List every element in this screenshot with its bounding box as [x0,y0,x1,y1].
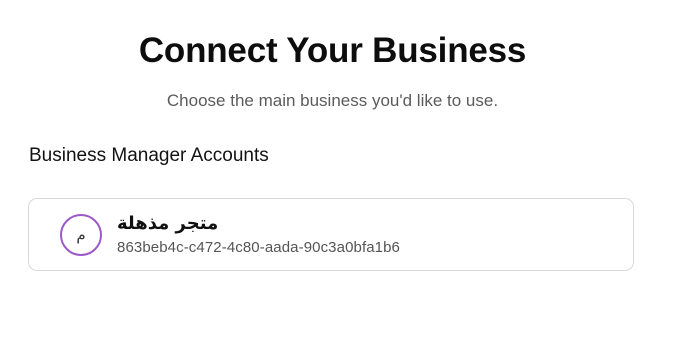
account-id: 863beb4c-c472-4c80-aada-90c3a0bfa1b6 [117,239,400,256]
page-subtitle: Choose the main business you'd like to u… [166,91,499,110]
business-manager-accounts-heading: Business Manager Accounts [29,145,269,166]
connect-business-page: Connect Your Business Choose the main bu… [0,0,673,342]
account-avatar: م [60,214,102,256]
page-title: Connect Your Business [138,31,527,70]
business-account-card[interactable]: م متجر مذهلة 863beb4c-c472-4c80-aada-90c… [28,198,634,271]
account-name: متجر مذهلة [117,213,219,234]
